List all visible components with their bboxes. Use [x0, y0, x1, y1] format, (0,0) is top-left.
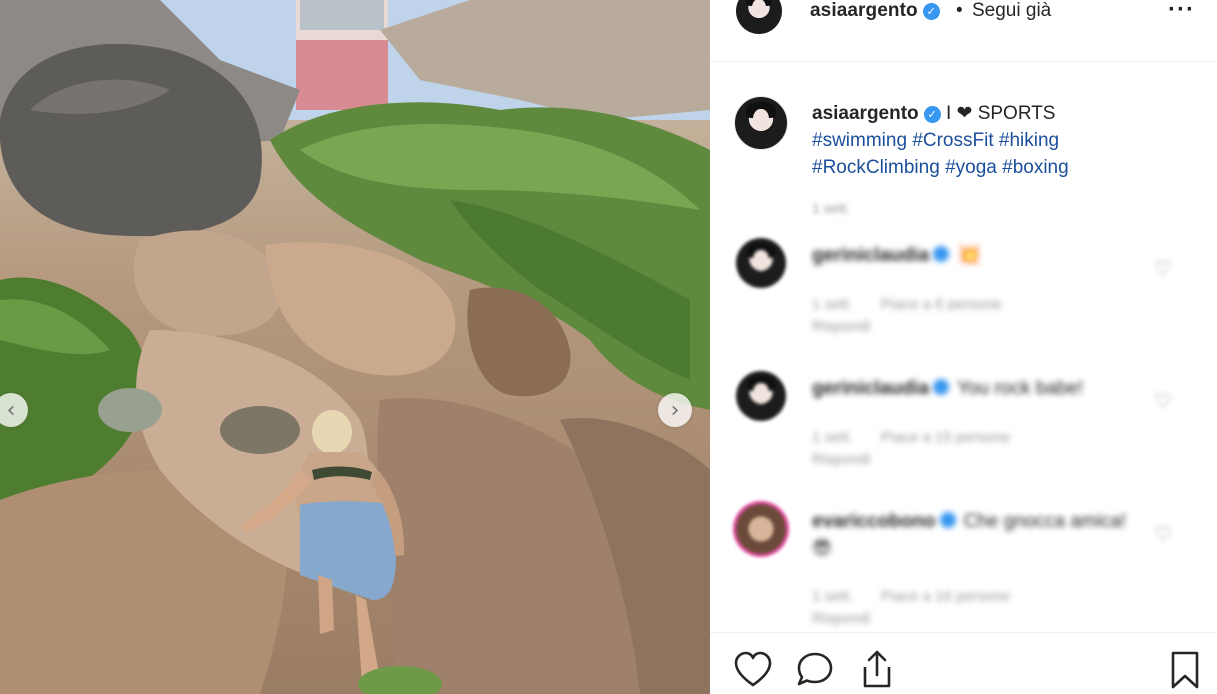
verified-badge-icon	[939, 512, 956, 528]
caption-text-block: asiaargento ✓ I ❤ SPORTS #swimming #Cross…	[812, 100, 1202, 181]
comment-meta: 1 sett. Piace a 16 persone	[812, 588, 1142, 605]
hashtag-rockclimbing[interactable]: #RockClimbing	[812, 157, 940, 178]
comment-bubble-icon[interactable]	[794, 649, 836, 691]
verified-badge-icon	[933, 246, 950, 262]
hashtag-swimming[interactable]: #swimming	[812, 130, 907, 151]
post-photo[interactable]: ‹ ›	[0, 0, 710, 694]
comment-text: 💥	[957, 245, 981, 266]
comment-text: You rock babe!	[957, 378, 1084, 399]
author-username[interactable]: asiaargento ✓	[810, 0, 940, 22]
comment-likes[interactable]: Piace a 16 persone	[881, 588, 1010, 605]
share-icon[interactable]	[856, 649, 898, 691]
comment-like-heart-icon[interactable]: ♡	[1154, 522, 1172, 547]
heart-icon[interactable]	[732, 649, 774, 691]
comment-reply-button[interactable]: Rispondi	[812, 318, 870, 335]
comment-meta: 1 sett. Piace a 15 persone	[812, 429, 1142, 446]
comment-item: gerinicla​udia 💥 1 sett. Piace a 6 persone…	[710, 222, 1217, 354]
comment-username[interactable]: evariccobono	[812, 511, 936, 532]
post-details-panel: asiaargento ✓ • Segui già ··· asiaargento…	[710, 0, 1217, 694]
comment-body: evariccobono Che gnocca amica! 😎	[812, 508, 1142, 562]
photo-scene	[0, 0, 710, 694]
comment-item: gerinicla​udia You rock babe! 1 sett. Piac…	[710, 355, 1217, 487]
comment-like-heart-icon[interactable]: ♡	[1154, 389, 1172, 414]
comment-username[interactable]: gerinicla​udia	[812, 378, 929, 399]
comment-like-heart-icon[interactable]: ♡	[1154, 256, 1172, 281]
hashtag-hiking[interactable]: #hiking	[999, 130, 1059, 151]
comment-meta: 1 sett. Piace a 6 persone	[812, 296, 1142, 313]
comment-likes[interactable]: Piace a 6 persone	[881, 296, 1002, 313]
comment-time: 1 sett.	[812, 588, 853, 605]
caption-avatar[interactable]	[734, 96, 788, 150]
bookmark-icon[interactable]	[1164, 649, 1206, 691]
author-username-text[interactable]: asiaargento	[810, 0, 918, 21]
caption-username[interactable]: asiaargento	[812, 103, 919, 124]
author-avatar[interactable]	[736, 0, 782, 34]
verified-badge-icon: ✓	[923, 106, 941, 123]
follow-status-button[interactable]: Segui già	[972, 0, 1051, 22]
more-options-icon[interactable]: ···	[1168, 0, 1195, 24]
comment-avatar[interactable]	[736, 504, 786, 554]
comment-body: gerinicla​udia 💥	[812, 242, 1142, 269]
comment-time: 1 sett.	[812, 429, 853, 446]
caption-body: I ❤ SPORTS	[945, 103, 1056, 124]
comment-time: 1 sett.	[812, 296, 853, 313]
comment-reply-button[interactable]: Rispondi	[812, 610, 870, 627]
verified-badge-icon: ✓	[922, 3, 940, 20]
verified-badge-icon	[933, 379, 950, 395]
comment-avatar[interactable]	[736, 371, 786, 421]
caption-timestamp: 1 sett.	[812, 200, 851, 216]
comment-username[interactable]: gerinicla​udia	[812, 245, 929, 266]
post-header: asiaargento ✓ • Segui già ···	[710, 0, 1217, 62]
hashtag-yoga[interactable]: #yoga	[945, 157, 997, 178]
header-separator: •	[956, 0, 963, 21]
chevron-right-icon[interactable]: ›	[658, 393, 692, 427]
comment-reply-button[interactable]: Rispondi	[812, 451, 870, 468]
hashtag-boxing[interactable]: #boxing	[1002, 157, 1069, 178]
comment-body: gerinicla​udia You rock babe!	[812, 375, 1142, 402]
post-caption: asiaargento ✓ I ❤ SPORTS #swimming #Cross…	[710, 62, 1217, 238]
comment-item: evariccobono Che gnocca amica! 😎 1 sett. P…	[710, 488, 1217, 627]
comment-likes[interactable]: Piace a 15 persone	[881, 429, 1010, 446]
hashtag-crossfit[interactable]: #CrossFit	[912, 130, 993, 151]
comment-avatar[interactable]	[736, 238, 786, 288]
post-actions-bar	[710, 632, 1217, 694]
comments-list: gerinicla​udia 💥 1 sett. Piace a 6 persone…	[710, 222, 1217, 632]
